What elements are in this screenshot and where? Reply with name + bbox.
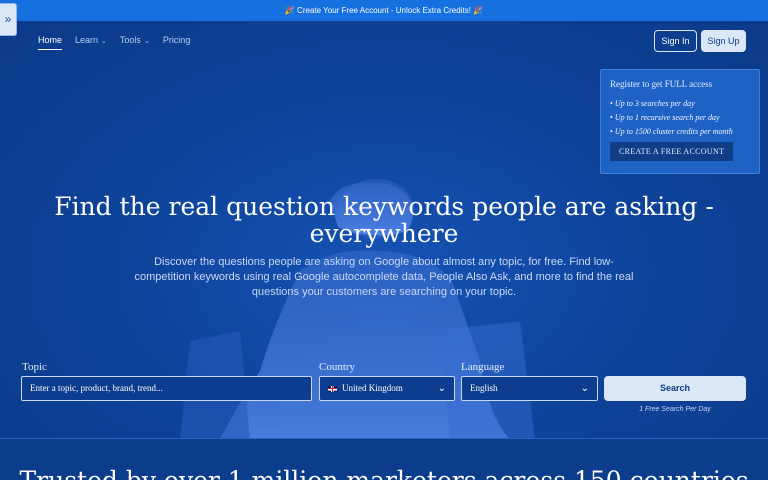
- language-label: Language: [461, 361, 505, 373]
- search-button[interactable]: Search: [604, 376, 746, 401]
- uk-flag-icon: [328, 385, 337, 392]
- promo-benefit-item: Up to 1 recursive search per day: [610, 113, 750, 122]
- promo-benefit-item: Up to 3 searches per day: [610, 99, 750, 108]
- promo-benefit-item: Up to 1500 cluster credits per month: [610, 127, 750, 136]
- nav-item-pricing[interactable]: Pricing: [163, 35, 191, 50]
- promo-title: Register to get FULL access: [610, 79, 713, 89]
- country-label: Country: [319, 361, 356, 373]
- promo-benefits-list: Up to 3 searches per day Up to 1 recursi…: [610, 99, 750, 136]
- free-search-note: 1 Free Search Per Day: [639, 406, 711, 413]
- country-value: United Kingdom: [342, 383, 403, 393]
- topic-input[interactable]: Enter a topic, product, brand, trend...: [21, 376, 312, 401]
- hero-description: Discover the questions people are asking…: [134, 256, 634, 298]
- double-chevron-right-icon: »: [4, 12, 12, 26]
- nav-item-label: Learn: [75, 35, 99, 45]
- headline-line-2: everywhere: [309, 219, 459, 248]
- language-select[interactable]: English ⌄: [461, 376, 598, 401]
- banner-text[interactable]: 🎉 Create Your Free Account - Unlock Extr…: [285, 6, 483, 15]
- trusted-section: Trusted by over 1 million marketers acro…: [0, 439, 768, 480]
- register-promo-card: Register to get FULL access Up to 3 sear…: [600, 69, 760, 174]
- topic-label: Topic: [22, 361, 47, 373]
- nav-item-label: Tools: [119, 35, 141, 45]
- trusted-headline: Trusted by over 1 million marketers acro…: [0, 466, 768, 480]
- main-nav: Home Learn ⌄ Tools ⌄ Pricing: [38, 35, 203, 50]
- nav-item-learn[interactable]: Learn ⌄: [75, 35, 107, 50]
- nav-item-label: Pricing: [162, 35, 191, 45]
- nav-item-home[interactable]: Home: [38, 35, 63, 50]
- topic-input-placeholder: Enter a topic, product, brand, trend...: [30, 383, 163, 393]
- chevron-down-icon: ⌄: [437, 383, 446, 394]
- language-value: English: [470, 383, 498, 393]
- chevron-down-icon: ⌄: [143, 38, 150, 45]
- chevron-down-icon: ⌄: [101, 38, 107, 45]
- create-free-account-button[interactable]: CREATE A FREE ACCOUNT: [610, 142, 734, 161]
- chevron-down-icon: ⌄: [580, 383, 589, 394]
- country-select[interactable]: United Kingdom ⌄: [319, 376, 455, 401]
- headline-line-1: Find the real question keywords people a…: [54, 192, 714, 221]
- nav-item-label: Home: [38, 35, 63, 45]
- sidebar-toggle-button[interactable]: »: [0, 3, 17, 36]
- sign-up-button[interactable]: Sign Up: [701, 30, 746, 52]
- nav-item-tools[interactable]: Tools ⌄: [120, 35, 150, 50]
- promo-banner[interactable]: 🎉 Create Your Free Account - Unlock Extr…: [0, 0, 768, 21]
- page-title: Find the real question keywords people a…: [0, 193, 768, 247]
- sign-in-button[interactable]: Sign In: [654, 30, 697, 52]
